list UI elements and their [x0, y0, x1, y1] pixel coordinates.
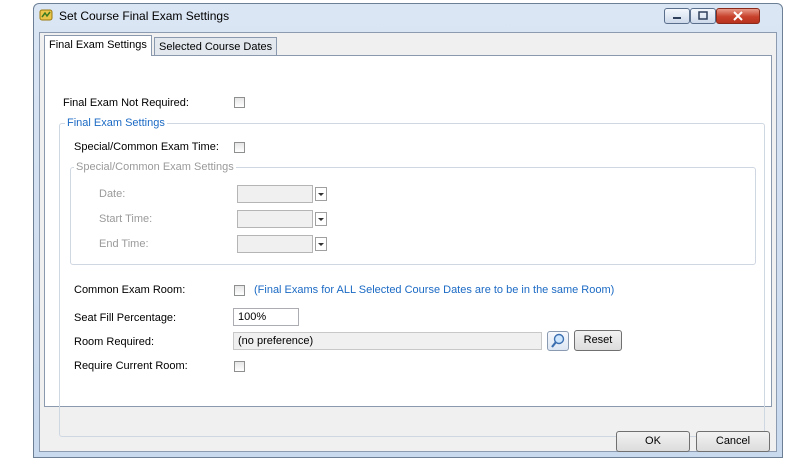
final-exam-not-required-label: Final Exam Not Required: — [63, 97, 189, 109]
room-search-button[interactable] — [547, 331, 569, 351]
common-exam-room-checkbox[interactable] — [234, 285, 245, 296]
room-required-field: (no preference) — [233, 332, 542, 350]
end-time-dropdown-button[interactable] — [315, 237, 327, 251]
course-app-icon — [39, 9, 53, 21]
close-button[interactable] — [716, 8, 760, 24]
maximize-button[interactable] — [690, 8, 716, 24]
window-title: Set Course Final Exam Settings — [59, 9, 230, 23]
final-exam-settings-group: Final Exam Settings Special/Common Exam … — [59, 117, 765, 437]
date-field[interactable] — [237, 185, 313, 203]
seat-fill-percentage-input[interactable]: 100% — [233, 308, 299, 326]
special-common-exam-settings-group: Special/Common Exam Settings Date: Start… — [70, 161, 756, 265]
require-current-room-label: Require Current Room: — [74, 360, 188, 372]
tab-selected-course-dates[interactable]: Selected Course Dates — [154, 37, 278, 55]
reset-button[interactable]: Reset — [574, 330, 622, 351]
require-current-room-checkbox[interactable] — [234, 361, 245, 372]
ok-button[interactable]: OK — [616, 431, 690, 452]
maximize-icon — [698, 11, 708, 20]
minimize-icon — [673, 17, 681, 19]
seat-fill-percentage-label: Seat Fill Percentage: — [74, 312, 177, 324]
date-label: Date: — [99, 188, 126, 200]
start-time-dropdown-button[interactable] — [315, 212, 327, 226]
minimize-button[interactable] — [664, 8, 690, 24]
final-exam-not-required-checkbox[interactable] — [234, 97, 245, 108]
end-time-field[interactable] — [237, 235, 313, 253]
special-common-exam-time-checkbox[interactable] — [234, 142, 245, 153]
cancel-button[interactable]: Cancel — [696, 431, 770, 452]
special-common-exam-settings-group-title: Special/Common Exam Settings — [74, 161, 236, 173]
room-required-label: Room Required: — [74, 336, 155, 348]
title-bar[interactable]: Set Course Final Exam Settings — [34, 4, 782, 28]
start-time-field[interactable] — [237, 210, 313, 228]
close-icon — [733, 11, 743, 21]
end-time-label: End Time: — [99, 238, 149, 250]
dialog-window: Set Course Final Exam Settings Final Exa… — [33, 3, 783, 458]
tab-final-exam-settings[interactable]: Final Exam Settings — [44, 35, 152, 56]
final-exam-settings-group-title: Final Exam Settings — [65, 117, 167, 129]
date-dropdown-button[interactable] — [315, 187, 327, 201]
common-exam-room-label: Common Exam Room: — [74, 284, 186, 296]
common-exam-room-note: (Final Exams for ALL Selected Course Dat… — [254, 284, 615, 296]
final-exam-settings-panel: Final Exam Not Required: Final Exam Sett… — [44, 55, 772, 437]
search-icon — [551, 333, 565, 348]
dialog-client-area: Final Exam Settings Selected Course Date… — [39, 32, 777, 452]
start-time-label: Start Time: — [99, 213, 153, 225]
special-common-exam-time-label: Special/Common Exam Time: — [74, 141, 219, 153]
